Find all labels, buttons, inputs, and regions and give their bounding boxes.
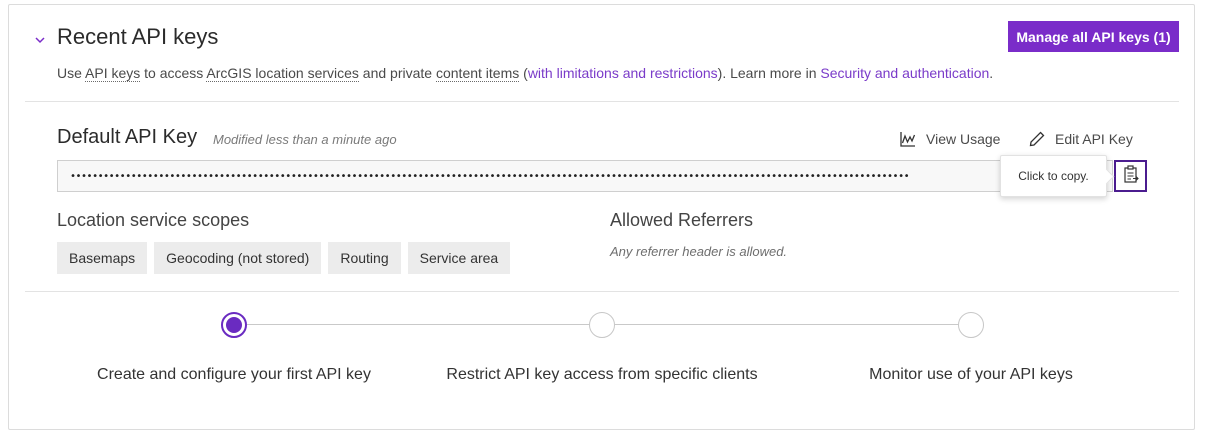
step-indicator-2[interactable] [589, 312, 615, 338]
security-authentication-link[interactable]: Security and authentication [820, 65, 989, 81]
description: Use API keys to access ArcGIS location s… [57, 65, 994, 82]
scopes-label: Location service scopes [57, 210, 250, 230]
collapse-chevron-icon[interactable] [33, 33, 47, 47]
clipboard-icon [1123, 164, 1139, 188]
copy-tooltip: Click to copy. [1000, 155, 1107, 197]
header-divider [25, 101, 1179, 102]
referrers-note: Any referrer header is allowed. [610, 244, 788, 259]
card-title: Recent API keys [57, 24, 219, 49]
edit-api-key-button[interactable]: Edit API Key [1029, 131, 1133, 147]
recent-api-keys-card: Recent API keys Manage all API keys (1) … [8, 4, 1195, 430]
scope-chip-geocoding: Geocoding (not stored) [154, 242, 322, 274]
step-connector-1 [247, 324, 589, 325]
scope-chips: Basemaps Geocoding (not stored) Routing … [57, 242, 511, 274]
scope-chip-service-area: Service area [407, 242, 511, 274]
step-label-2: Restrict API key access from specific cl… [446, 366, 758, 383]
step-connector-2 [615, 324, 958, 325]
step-label-3: Monitor use of your API keys [869, 366, 1073, 383]
usage-chart-icon [900, 131, 916, 147]
step-indicator-3[interactable] [958, 312, 984, 338]
api-key-field[interactable]: ••••••••••••••••••••••••••••••••••••••••… [57, 160, 1113, 192]
steps-divider [25, 291, 1179, 292]
view-usage-button[interactable]: View Usage [900, 131, 1000, 147]
limitations-link[interactable]: with limitations and restrictions [528, 65, 718, 81]
location-services-term[interactable]: ArcGIS location services [206, 65, 359, 82]
referrers-label: Allowed Referrers [610, 210, 754, 230]
step-indicator-1[interactable] [221, 312, 247, 338]
api-keys-term[interactable]: API keys [85, 65, 141, 82]
scope-chip-routing: Routing [328, 242, 401, 274]
scope-chip-basemaps: Basemaps [57, 242, 148, 274]
copy-key-button[interactable] [1114, 160, 1147, 192]
step-label-1: Create and configure your first API key [97, 366, 371, 383]
modified-text: Modified less than a minute ago [213, 132, 397, 147]
pencil-icon [1029, 131, 1045, 147]
content-items-term[interactable]: content items [435, 65, 520, 82]
api-key-title: Default API Key [57, 126, 198, 148]
manage-all-api-keys-button[interactable]: Manage all API keys (1) [1008, 21, 1179, 52]
